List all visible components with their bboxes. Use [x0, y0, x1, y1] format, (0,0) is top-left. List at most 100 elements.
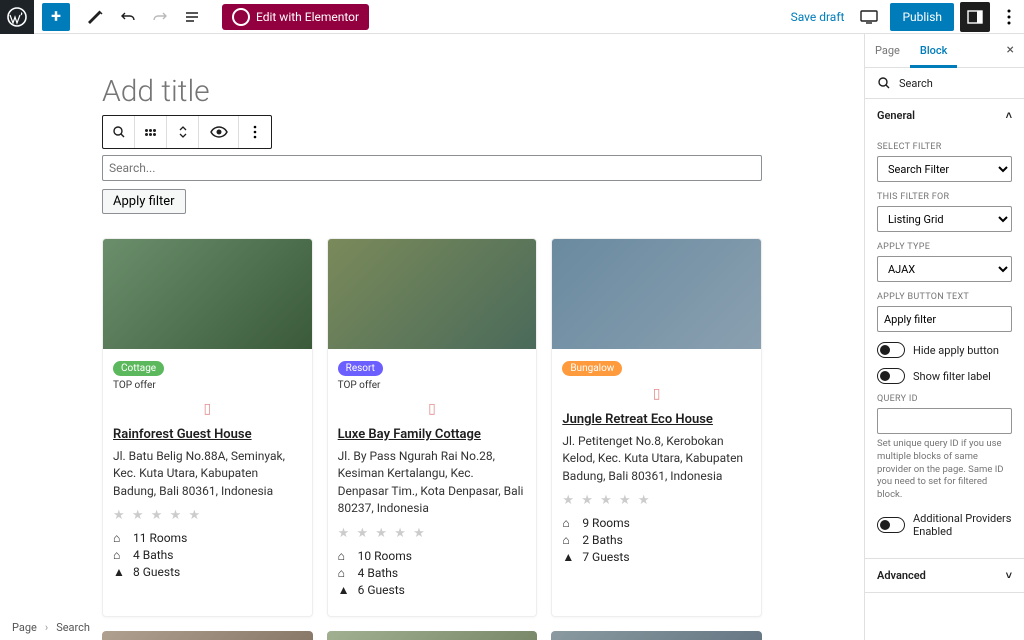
top-offer-label: TOP offer: [338, 380, 527, 391]
feature-guests: ▲7 Guests: [562, 550, 751, 564]
wordpress-logo[interactable]: [0, 0, 34, 34]
edit-elementor-button[interactable]: Edit with Elementor: [222, 4, 369, 30]
listing-image: [103, 239, 312, 349]
block-move-updown[interactable]: [167, 116, 199, 148]
additional-providers-toggle[interactable]: [877, 517, 905, 533]
hide-apply-label: Hide apply button: [913, 344, 999, 357]
rooms-value: 11 Rooms: [133, 531, 187, 545]
rooms-value: 10 Rooms: [358, 549, 412, 563]
settings-sidebar-toggle[interactable]: [960, 2, 990, 32]
listing-grid: Cottage TOP offer ▯ Rainforest Guest Hou…: [102, 238, 762, 617]
person-icon: ▲: [562, 550, 574, 564]
sidebar-block-header: Search: [865, 68, 1024, 99]
preview-button[interactable]: [854, 2, 884, 32]
publish-button[interactable]: Publish: [890, 3, 954, 31]
filter-for-dropdown[interactable]: Listing Grid: [877, 206, 1012, 232]
bookmark-icon[interactable]: ▯: [113, 401, 302, 417]
drag-icon: [145, 129, 157, 136]
document-overview-icon[interactable]: [178, 3, 206, 31]
panel-advanced-header[interactable]: Advanced ˅: [865, 559, 1024, 592]
block-type-icon[interactable]: [103, 116, 135, 148]
listing-address: Jl. Petitenget No.8, Kerobokan Kelod, Ke…: [562, 433, 751, 485]
select-filter-dropdown[interactable]: Search Filter: [877, 156, 1012, 182]
home-icon: ⌂: [562, 516, 574, 530]
chevron-right-icon: ›: [45, 621, 48, 634]
listing-card: Resort TOP offer ▯ Luxe Bay Family Cotta…: [327, 238, 538, 617]
chevron-up-icon: ˄: [1006, 109, 1012, 122]
listing-title[interactable]: Rainforest Guest House: [113, 427, 302, 442]
block-toolbar: [102, 115, 272, 149]
redo-icon[interactable]: [146, 3, 174, 31]
chevron-updown-icon: [178, 124, 188, 140]
guests-value: 8 Guests: [133, 565, 180, 579]
block-options[interactable]: [239, 116, 271, 148]
person-icon: ▲: [113, 565, 125, 579]
editor-canvas[interactable]: Add title Apply filter Cottage: [0, 34, 864, 640]
rating-stars: ★ ★ ★ ★ ★: [338, 526, 527, 541]
preview-icon: [860, 10, 878, 24]
query-id-help: Set unique query ID if you use multiple …: [877, 438, 1012, 502]
feature-baths: ⌂4 Baths: [338, 566, 527, 580]
category-badge: Cottage: [113, 361, 164, 376]
feature-rooms: ⌂11 Rooms: [113, 531, 302, 545]
listing-image: [552, 239, 761, 349]
person-icon: ▲: [338, 583, 350, 597]
hide-apply-toggle[interactable]: [877, 342, 905, 358]
save-draft-link[interactable]: Save draft: [781, 10, 855, 24]
close-sidebar-button[interactable]: ×: [997, 34, 1024, 67]
select-filter-label: SELECT FILTER: [877, 142, 1012, 152]
home-icon: ⌂: [113, 548, 125, 562]
query-id-input[interactable]: [877, 408, 1012, 434]
breadcrumb-root[interactable]: Page: [12, 621, 37, 634]
listing-title[interactable]: Jungle Retreat Eco House: [562, 412, 751, 427]
feature-guests: ▲ 6 Guests: [338, 583, 527, 597]
listing-address: Jl. Batu Belig No.88A, Seminyak, Kec. Ku…: [113, 448, 302, 500]
additional-providers-label: Additional Providers Enabled: [913, 512, 1012, 538]
listing-image: [102, 631, 313, 640]
apply-button-text-input[interactable]: [877, 306, 1012, 332]
category-badge: Resort: [338, 361, 383, 376]
wordpress-icon: [7, 7, 27, 27]
apply-filter-button[interactable]: Apply filter: [102, 189, 186, 214]
feature-baths: ⌂2 Baths: [562, 533, 751, 547]
show-filter-label-toggle[interactable]: [877, 368, 905, 384]
guests-value: 6 Guests: [358, 583, 405, 597]
tab-page[interactable]: Page: [865, 34, 910, 67]
undo-icon[interactable]: [114, 3, 142, 31]
listing-image: [327, 631, 538, 640]
panel-title: Advanced: [877, 569, 926, 582]
query-id-label: QUERY ID: [877, 394, 1012, 404]
breadcrumb-current[interactable]: Search: [56, 621, 90, 634]
apply-type-dropdown[interactable]: AJAX: [877, 256, 1012, 282]
home-icon: ⌂: [562, 533, 574, 547]
eye-icon: [210, 126, 228, 138]
feature-guests: ▲ 8 Guests: [113, 565, 302, 579]
page-title-input[interactable]: Add title: [102, 74, 762, 109]
top-offer-label: TOP offer: [113, 380, 302, 391]
show-filter-label-text: Show filter label: [913, 370, 991, 383]
search-block-icon: [111, 124, 127, 140]
bookmark-icon[interactable]: ▯: [562, 386, 751, 402]
block-preview-toggle[interactable]: [199, 116, 239, 148]
apply-type-label: APPLY TYPE: [877, 242, 1012, 252]
feature-rooms: ⌂9 Rooms: [562, 516, 751, 530]
panel-general-header[interactable]: General ˄: [865, 99, 1024, 132]
tools-icon[interactable]: [82, 3, 110, 31]
baths-value: 4 Baths: [358, 566, 398, 580]
search-block-icon: [875, 74, 893, 92]
listing-title[interactable]: Luxe Bay Family Cottage: [338, 427, 527, 442]
block-name-label: Search: [899, 77, 933, 90]
elementor-label: Edit with Elementor: [256, 10, 359, 24]
kebab-icon: [1007, 9, 1011, 25]
listing-image: [551, 631, 762, 640]
add-block-button[interactable]: +: [42, 3, 70, 31]
listing-grid-row-2: [102, 631, 762, 640]
listing-image: [328, 239, 537, 349]
tab-block[interactable]: Block: [910, 34, 957, 68]
block-drag-handle[interactable]: [135, 116, 167, 148]
editor-toolbar: + Edit with Elementor Save draft Publish: [0, 0, 1024, 34]
listing-card: Bungalow ▯ Jungle Retreat Eco House Jl. …: [551, 238, 762, 617]
bookmark-icon[interactable]: ▯: [338, 401, 527, 417]
search-input[interactable]: [102, 155, 762, 181]
options-menu[interactable]: [994, 2, 1024, 32]
